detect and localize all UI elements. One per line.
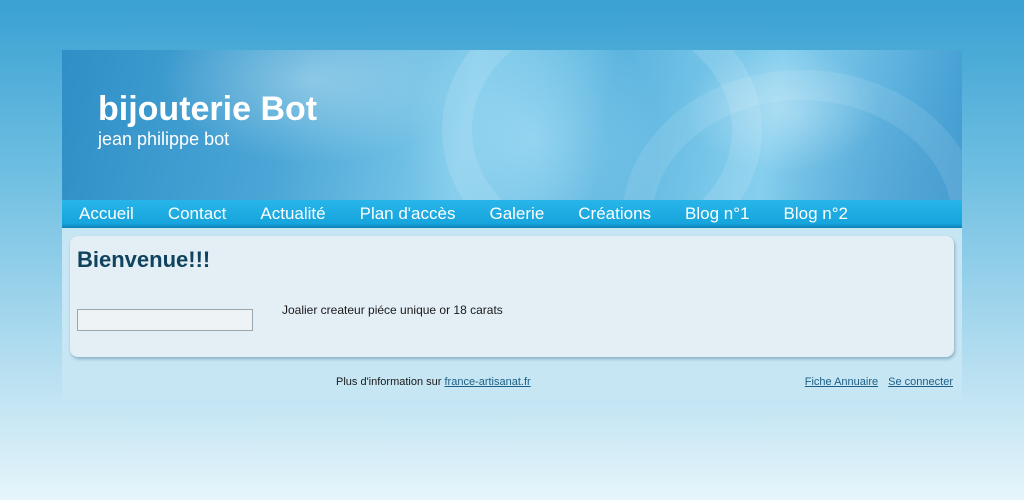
nav-item-actualite[interactable]: Actualité (243, 200, 342, 228)
fiche-annuaire-link[interactable]: Fiche Annuaire (805, 376, 878, 388)
nav-item-blog-1[interactable]: Blog n°1 (668, 200, 766, 228)
nav-item-blog-2[interactable]: Blog n°2 (767, 200, 865, 228)
france-artisanat-link[interactable]: france-artisanat.fr (444, 376, 530, 388)
footer-info: Plus d'information sur france-artisanat.… (336, 376, 531, 388)
content-panel: Bienvenue!!! Joalier createur piéce uniq… (70, 236, 954, 357)
site-title: bijouterie Bot (98, 90, 318, 128)
nav-item-plan-acces[interactable]: Plan d'accès (343, 200, 473, 228)
page-heading: Bienvenue!!! (77, 247, 211, 272)
nav-item-creations[interactable]: Créations (561, 200, 668, 228)
intro-text: Joalier createur piéce unique or 18 cara… (282, 303, 503, 317)
nav-item-accueil[interactable]: Accueil (62, 200, 151, 228)
site-subtitle: jean philippe bot (98, 129, 230, 149)
header-banner: bijouterie Bot jean philippe bot (62, 50, 962, 200)
main-nav: Accueil Contact Actualité Plan d'accès G… (62, 200, 962, 228)
login-link[interactable]: Se connecter (888, 376, 953, 388)
footer-links: Fiche Annuaire Se connecter (805, 376, 953, 388)
page-container: bijouterie Bot jean philippe bot Accueil… (62, 50, 962, 399)
footer-info-text: Plus d'information sur (336, 376, 445, 388)
image-placeholder (77, 309, 253, 331)
nav-item-contact[interactable]: Contact (151, 200, 244, 228)
nav-item-galerie[interactable]: Galerie (472, 200, 561, 228)
